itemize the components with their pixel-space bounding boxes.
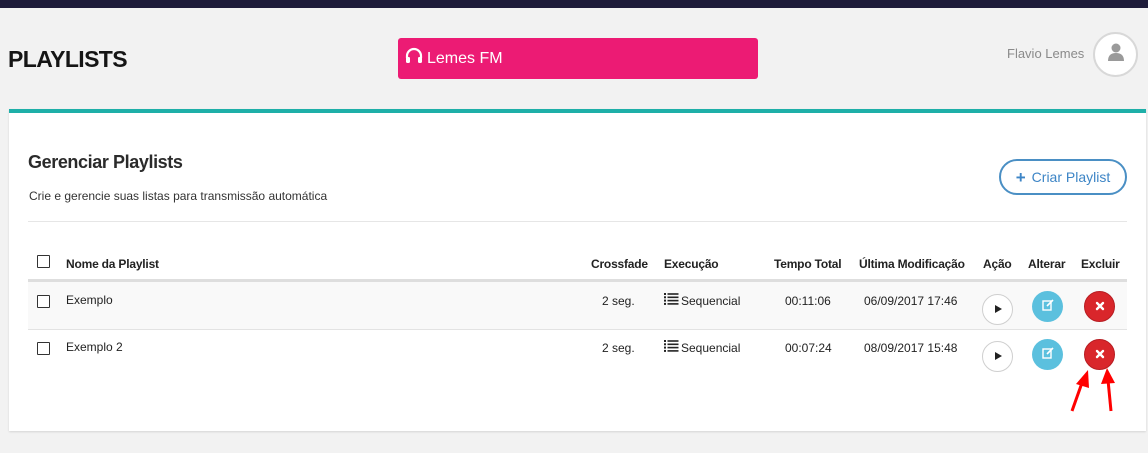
execution-cell: Sequencial	[664, 293, 740, 308]
create-playlist-button[interactable]: + Criar Playlist	[999, 159, 1127, 195]
create-playlist-label: Criar Playlist	[1031, 169, 1111, 185]
plus-icon: +	[1015, 167, 1026, 187]
col-header-edit: Alterar	[1028, 257, 1066, 271]
top-bar	[0, 0, 1148, 8]
list-icon	[664, 340, 679, 355]
times-icon	[1095, 298, 1105, 316]
headphones-icon	[404, 46, 427, 71]
playlists-panel: Gerenciar Playlists Crie e gerencie suas…	[9, 109, 1146, 431]
col-header-modified: Última Modificação	[859, 257, 965, 271]
total-time-value: 00:07:24	[785, 341, 832, 355]
total-time-value: 00:11:06	[785, 294, 831, 308]
radio-banner[interactable]: Lemes FM	[398, 38, 758, 79]
play-icon	[993, 348, 1003, 366]
crossfade-value: 2 seg.	[602, 341, 635, 355]
edit-icon	[1041, 346, 1054, 364]
row-checkbox[interactable]	[37, 342, 50, 355]
avatar[interactable]	[1093, 32, 1138, 77]
play-button[interactable]	[982, 294, 1013, 325]
delete-button[interactable]	[1084, 291, 1115, 322]
table-row	[28, 282, 1127, 329]
modified-value: 06/09/2017 17:46	[864, 294, 958, 308]
execution-value: Sequencial	[681, 340, 741, 355]
panel-title: Gerenciar Playlists	[28, 152, 183, 172]
times-icon	[1095, 346, 1105, 364]
edit-icon	[1041, 298, 1054, 316]
modified-value: 08/09/2017 15:48	[864, 341, 958, 355]
col-header-name: Nome da Playlist	[66, 257, 159, 271]
edit-button[interactable]	[1032, 339, 1063, 370]
page-title: PLAYLISTS	[8, 46, 128, 72]
user-icon	[1105, 41, 1127, 68]
divider	[28, 221, 1127, 222]
play-button[interactable]	[982, 341, 1013, 372]
list-icon	[664, 293, 679, 308]
row-divider	[28, 329, 1127, 330]
row-checkbox[interactable]	[37, 295, 50, 308]
execution-value: Sequencial	[681, 293, 741, 308]
playlist-name[interactable]: Exemplo	[66, 293, 113, 307]
col-header-total-time: Tempo Total	[774, 257, 842, 271]
annotation-arrows	[1070, 368, 1115, 412]
execution-cell: Sequencial	[664, 340, 740, 355]
panel-description: Crie e gerencie suas listas para transmi…	[29, 189, 328, 203]
radio-name: Lemes FM	[427, 49, 503, 67]
col-header-action: Ação	[983, 257, 1012, 271]
user-name[interactable]: Flavio Lemes	[1007, 46, 1084, 61]
play-icon	[993, 301, 1003, 319]
select-all-checkbox[interactable]	[37, 255, 50, 268]
edit-button[interactable]	[1032, 291, 1063, 322]
crossfade-value: 2 seg.	[602, 294, 635, 308]
col-header-crossfade: Crossfade	[591, 257, 648, 271]
playlist-name[interactable]: Exemplo 2	[66, 340, 123, 354]
col-header-delete: Excluir	[1081, 257, 1120, 271]
col-header-execution: Execução	[664, 257, 719, 271]
